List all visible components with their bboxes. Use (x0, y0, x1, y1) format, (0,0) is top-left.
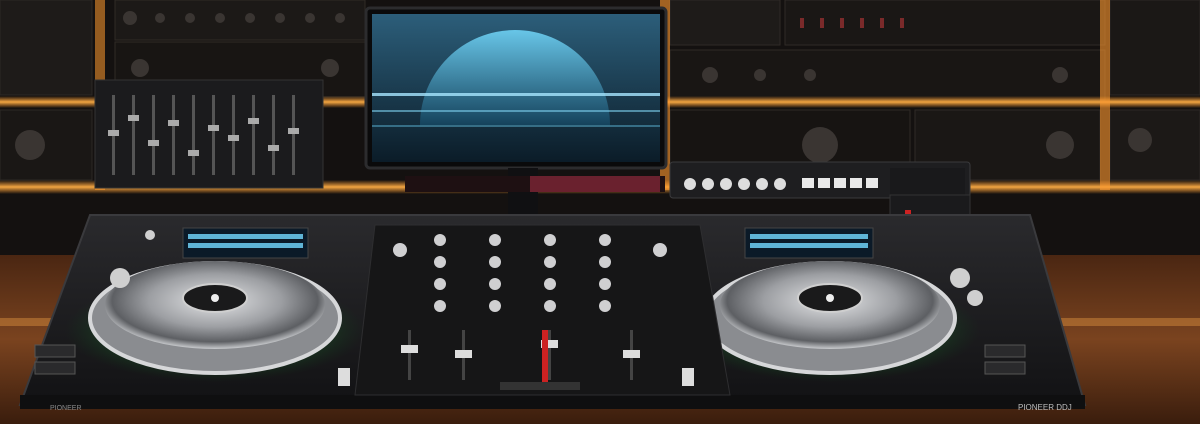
rack-mixer (94, 79, 324, 189)
scene-svg: PIONEER DDJ PIONEER (0, 0, 1200, 424)
brand-label-left: PIONEER (50, 405, 82, 412)
dj-studio-scene: PIONEER DDJ PIONEER (0, 0, 1200, 424)
mixer-section (354, 224, 731, 396)
brand-label-right: PIONEER DDJ (1018, 403, 1072, 412)
dj-controller (18, 214, 1087, 409)
